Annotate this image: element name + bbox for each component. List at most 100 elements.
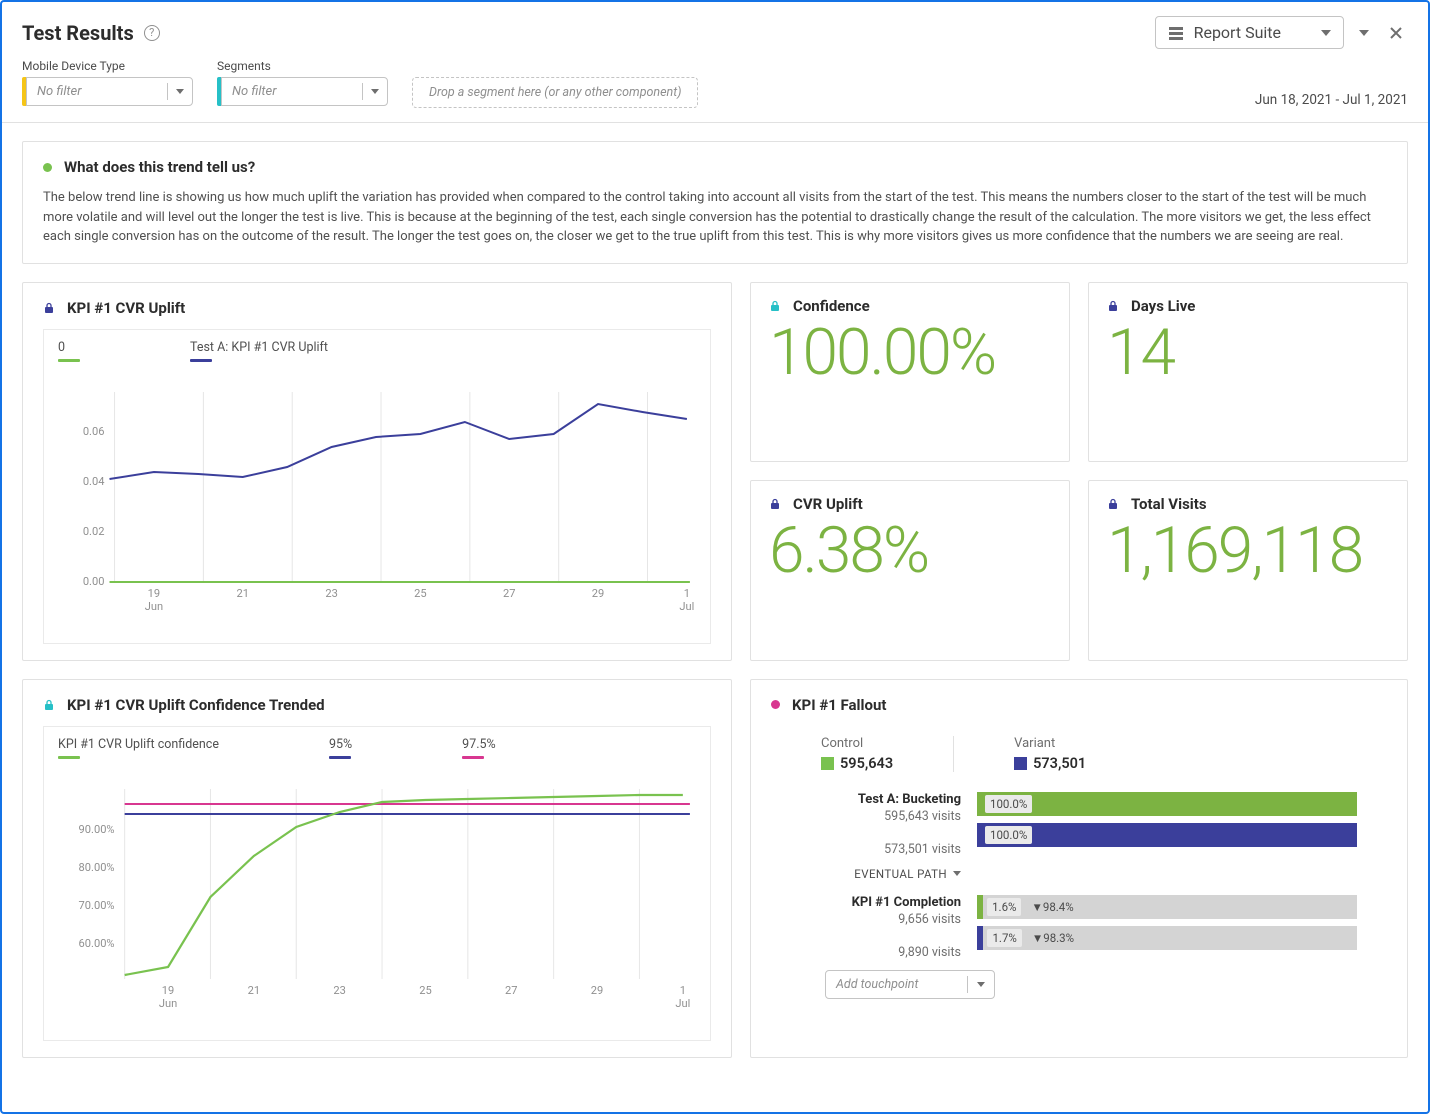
chart-legend: KPI #1 CVR Uplift confidence 95% 97.5% <box>54 737 700 769</box>
fallout-step-completion: KPI #1 Completion 9,656 visits 9,890 vis… <box>771 895 1357 960</box>
legend-variant[interactable]: Variant 573,501 <box>953 736 1086 772</box>
step-title: Test A: Bucketing <box>771 792 961 807</box>
legend-item[interactable]: 95% <box>329 737 352 759</box>
svg-text:1: 1 <box>680 984 686 997</box>
fallout-panel: KPI #1 Fallout Control 595,643 Variant 5… <box>750 679 1408 1058</box>
svg-text:27: 27 <box>503 587 515 600</box>
help-icon[interactable]: ? <box>144 25 160 41</box>
fallout-step-bucketing: Test A: Bucketing 595,643 visits 573,501… <box>771 792 1357 885</box>
legend-swatch-icon <box>329 756 351 759</box>
metric-value: 6.38% <box>769 519 1051 583</box>
legend-item[interactable]: KPI #1 CVR Uplift confidence <box>58 737 219 759</box>
metric-confidence: Confidence 100.00% <box>750 282 1070 463</box>
legend-swatch-icon <box>190 359 212 362</box>
bar-change: ▼98.4% <box>1031 900 1073 914</box>
legend-swatch-icon <box>58 359 80 362</box>
kpi-line-chart[interactable]: 0.000.020.040.06 1921232527291 JunJul <box>54 372 700 617</box>
legend-label: 0 <box>58 340 80 355</box>
metric-value: 14 <box>1107 321 1389 385</box>
confidence-line-chart[interactable]: 60.00%70.00%80.00%90.00% 1921232527291 J… <box>54 769 700 1014</box>
bar-pct: 100.0% <box>985 795 1032 813</box>
collapse-button[interactable] <box>1352 21 1376 45</box>
panel-title: Confidence <box>793 297 870 315</box>
legend-swatch-icon <box>821 757 834 770</box>
svg-text:80.00%: 80.00% <box>79 861 115 874</box>
confidence-chart-wrap: KPI #1 CVR Uplift confidence 95% 97.5% <box>43 726 711 1041</box>
bar-change: ▼98.3% <box>1032 931 1074 945</box>
legend-label: 95% <box>329 737 352 752</box>
close-icon <box>1388 25 1404 41</box>
status-dot-icon <box>43 163 52 172</box>
legend-value: 573,501 <box>1033 755 1086 772</box>
lock-icon <box>43 302 55 314</box>
row-kpi-metrics: KPI #1 CVR Uplift 0 Test A: KPI #1 CVR U… <box>22 282 1408 661</box>
svg-text:23: 23 <box>333 984 345 997</box>
filter-segments-select[interactable]: No filter <box>217 77 388 106</box>
panel-title: Days Live <box>1131 297 1195 315</box>
bar-control[interactable]: 100.0% <box>977 792 1357 816</box>
svg-text:1: 1 <box>684 587 690 600</box>
filter-label: Mobile Device Type <box>22 59 193 73</box>
chevron-down-icon <box>1321 30 1331 36</box>
filter-label: Segments <box>217 59 388 73</box>
legend-label: Variant <box>1014 736 1086 751</box>
svg-text:Jul: Jul <box>679 600 694 613</box>
legend-item[interactable]: Test A: KPI #1 CVR Uplift <box>190 340 328 362</box>
filter-dropzone-block: Drop a segment here (or any other compon… <box>412 59 698 108</box>
filter-mobile-select[interactable]: No filter <box>22 77 193 106</box>
close-button[interactable] <box>1384 21 1408 45</box>
panel-title: Total Visits <box>1131 495 1207 513</box>
lock-icon <box>1107 498 1119 510</box>
kpi-uplift-chart-panel: KPI #1 CVR Uplift 0 Test A: KPI #1 CVR U… <box>22 282 732 661</box>
chart-legend: 0 Test A: KPI #1 CVR Uplift <box>54 340 700 372</box>
trend-text-panel: What does this trend tell us? The below … <box>22 141 1408 264</box>
svg-text:90.00%: 90.00% <box>79 823 115 836</box>
fallout-rows: Test A: Bucketing 595,643 visits 573,501… <box>771 786 1387 960</box>
status-dot-icon <box>771 700 780 709</box>
svg-text:29: 29 <box>591 984 603 997</box>
workspace-header: Test Results ? Report Suite <box>2 2 1428 59</box>
legend-item[interactable]: 0 <box>58 340 80 362</box>
metrics-grid: Confidence 100.00% Days Live 14 CVR Upli… <box>750 282 1408 661</box>
bar-control[interactable]: 1.6% ▼98.4% <box>977 895 1357 919</box>
bar-pct: 1.7% <box>987 929 1021 947</box>
bar-pct: 100.0% <box>985 826 1032 844</box>
content: What does this trend tell us? The below … <box>2 123 1428 1076</box>
panel-title: KPI #1 CVR Uplift <box>67 299 185 317</box>
panel-title: KPI #1 CVR Uplift Confidence Trended <box>67 696 325 714</box>
svg-text:0.04: 0.04 <box>83 475 105 488</box>
svg-text:27: 27 <box>505 984 517 997</box>
bar-variant[interactable]: 100.0% <box>977 823 1357 847</box>
legend-label: Control <box>821 736 893 751</box>
panel-title: What does this trend tell us? <box>64 158 255 176</box>
step-variant-visits: 573,501 visits <box>771 842 961 857</box>
eventual-path-toggle[interactable]: EVENTUAL PATH <box>771 863 961 885</box>
metric-cvr-uplift: CVR Uplift 6.38% <box>750 480 1070 661</box>
svg-text:70.00%: 70.00% <box>79 899 115 912</box>
header-right: Report Suite <box>1155 16 1408 49</box>
legend-swatch-icon <box>462 756 484 759</box>
filters-row: Mobile Device Type No filter Segments No… <box>2 59 1428 123</box>
filters-left: Mobile Device Type No filter Segments No… <box>22 59 698 108</box>
report-suite-select[interactable]: Report Suite <box>1155 16 1344 49</box>
step-control-visits: 9,656 visits <box>771 912 961 927</box>
svg-text:21: 21 <box>237 587 249 600</box>
bar-variant[interactable]: 1.7% ▼98.3% <box>977 926 1357 950</box>
metric-value: 1,169,118 <box>1107 519 1389 583</box>
step-variant-visits: 9,890 visits <box>771 945 961 960</box>
svg-text:25: 25 <box>419 984 431 997</box>
legend-swatch-icon <box>58 756 80 759</box>
chevron-down-icon <box>371 89 379 94</box>
report-suite-icon <box>1168 25 1184 41</box>
lock-icon <box>43 699 55 711</box>
svg-text:0.02: 0.02 <box>83 525 105 538</box>
add-touchpoint-input[interactable]: Add touchpoint <box>825 970 995 999</box>
segment-dropzone[interactable]: Drop a segment here (or any other compon… <box>412 77 698 108</box>
legend-control[interactable]: Control 595,643 <box>821 736 893 772</box>
report-suite-label: Report Suite <box>1194 23 1281 42</box>
svg-text:0.00: 0.00 <box>83 575 105 588</box>
legend-value: 595,643 <box>840 755 893 772</box>
date-range[interactable]: Jun 18, 2021 - Jul 1, 2021 <box>1255 92 1408 108</box>
legend-item[interactable]: 97.5% <box>462 737 496 759</box>
panel-body: The below trend line is showing us how m… <box>43 188 1387 247</box>
